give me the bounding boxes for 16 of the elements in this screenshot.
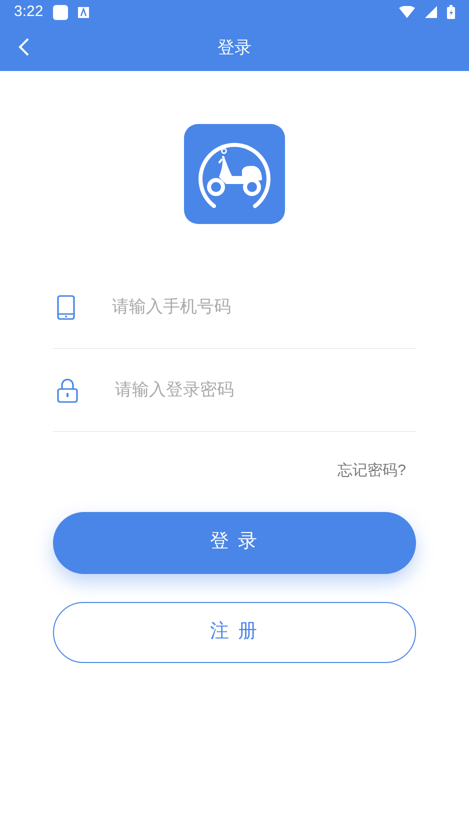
register-button[interactable]: 注 册 [53, 602, 416, 662]
battery-icon [447, 5, 455, 19]
back-icon [18, 37, 30, 57]
lock-icon [57, 378, 78, 402]
scooter-logo-icon [184, 124, 285, 224]
login-button[interactable]: 登 录 [53, 512, 416, 574]
page-title: 登录 [218, 36, 252, 59]
notification-icon [78, 6, 90, 18]
wifi-icon [399, 6, 415, 18]
status-time: 3:22 [14, 2, 44, 22]
forgot-password-link[interactable]: 忘记密码? [338, 460, 406, 482]
signal-icon [425, 6, 437, 18]
password-field[interactable]: 请输入登录密码 [115, 377, 416, 403]
phone-field[interactable]: 请输入手机号码 [112, 294, 416, 320]
phone-icon [57, 294, 75, 320]
notification-icon [53, 4, 68, 20]
